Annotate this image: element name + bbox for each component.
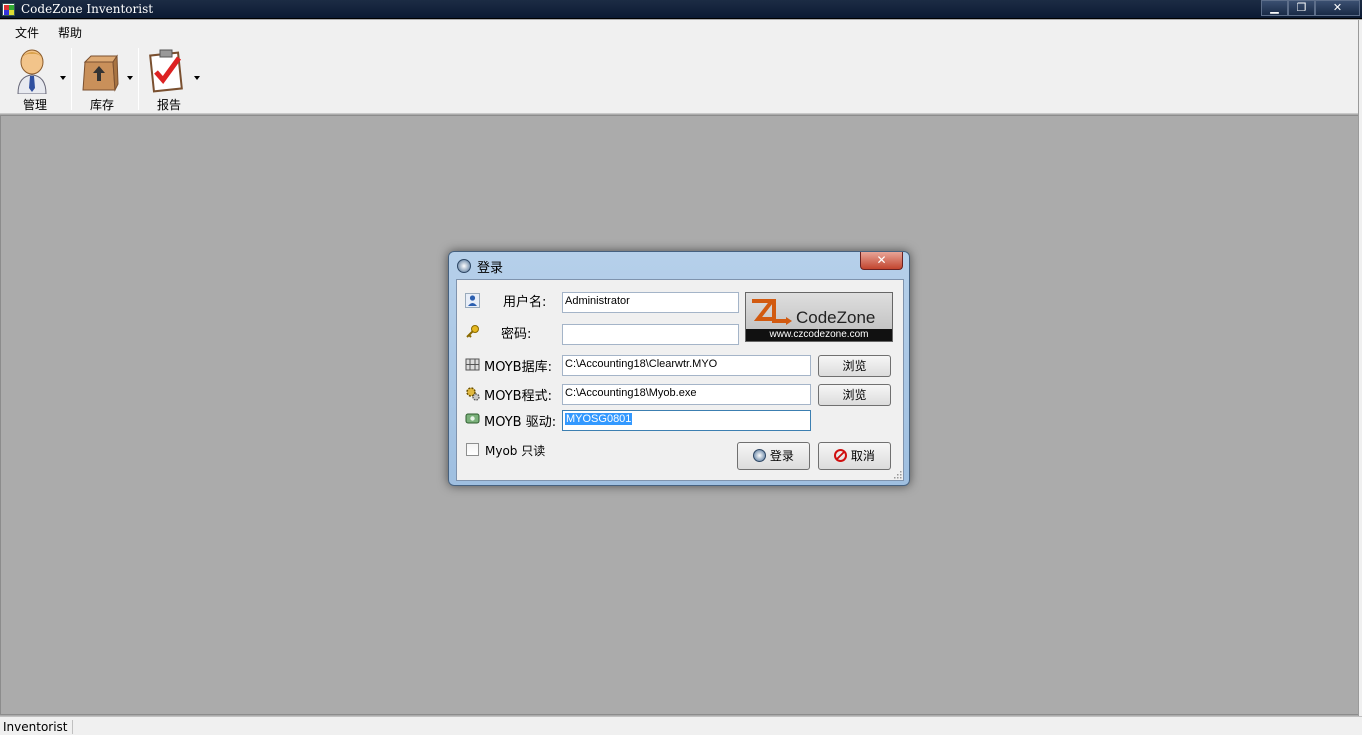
dialog-title: 登录	[477, 261, 504, 276]
moyb-driver-label: MOYB 驱动:	[484, 415, 557, 430]
toolbar-report-button[interactable]: 报告	[136, 46, 202, 112]
moyb-db-input[interactable]: C:\Accounting18\Clearwtr.MYO	[562, 355, 811, 376]
dialog-body: 用户名: Administrator 密码: CodeZone www.czco…	[456, 279, 904, 481]
toolbar-inventory-button[interactable]: 库存	[69, 46, 135, 112]
browse-db-button[interactable]: 浏览	[818, 355, 891, 377]
status-bar: Inventorist	[0, 716, 1362, 735]
login-button[interactable]: 登录	[737, 442, 810, 470]
user-icon	[465, 293, 480, 308]
dialog-close-button[interactable]: ✕	[860, 252, 903, 270]
cancel-button-label: 取消	[850, 449, 875, 463]
moyb-db-label: MOYB据库:	[484, 360, 552, 375]
logo-text: CodeZone	[796, 308, 876, 327]
toolbar-manage-label: 管理	[22, 98, 47, 112]
moyb-exe-label: MOYB程式:	[484, 389, 552, 404]
driver-icon	[465, 413, 480, 424]
toolbar-inventory-label: 库存	[89, 98, 114, 112]
moyb-driver-input[interactable]: MYOSG0801	[562, 410, 811, 431]
restore-button[interactable]: ❐	[1288, 0, 1315, 16]
moyb-exe-input[interactable]: C:\Accounting18\Myob.exe	[562, 384, 811, 405]
password-input[interactable]	[562, 324, 739, 345]
chevron-down-icon[interactable]	[60, 76, 66, 80]
codezone-logo-mark-icon	[752, 299, 792, 325]
browse-exe-button[interactable]: 浏览	[818, 384, 891, 406]
menu-bar: 文件 帮助	[0, 20, 1362, 43]
toolbar-report-label: 报告	[156, 98, 181, 112]
key-icon	[466, 325, 479, 338]
window-border	[1358, 20, 1362, 717]
readonly-label: Myob 只读	[485, 444, 546, 458]
window-title: CodeZone Inventorist	[21, 2, 154, 16]
username-label: 用户名:	[503, 295, 547, 310]
close-button[interactable]: ✕	[1315, 0, 1360, 16]
cancel-button[interactable]: 取消	[818, 442, 891, 470]
login-icon	[753, 449, 767, 462]
clipboard-check-icon	[149, 49, 183, 93]
title-bar[interactable]: CodeZone Inventorist ▁ ❐ ✕	[0, 0, 1362, 19]
chevron-down-icon[interactable]	[194, 76, 200, 80]
app-icon[interactable]	[2, 3, 15, 16]
readonly-checkbox[interactable]	[466, 443, 479, 456]
login-dialog: 登录 ✕ 用户名: Administrator 密码: CodeZone www…	[448, 251, 910, 486]
toolbar-manage-button[interactable]: 管理	[2, 46, 68, 112]
database-icon	[465, 358, 480, 371]
username-input[interactable]: Administrator	[562, 292, 739, 313]
password-label: 密码:	[501, 327, 532, 342]
user-icon	[17, 49, 47, 94]
toolbar: 管理 库存 报告	[0, 43, 1358, 114]
codezone-logo: CodeZone www.czcodezone.com	[745, 292, 893, 342]
menu-file[interactable]: 文件	[15, 24, 39, 41]
chevron-down-icon[interactable]	[127, 76, 133, 80]
status-text: Inventorist	[3, 720, 73, 734]
login-icon	[457, 259, 471, 273]
resize-grip-icon[interactable]	[893, 470, 902, 479]
menu-help[interactable]: 帮助	[58, 24, 82, 41]
logo-url: www.czcodezone.com	[746, 329, 892, 341]
box-icon	[82, 54, 119, 92]
login-button-label: 登录	[769, 449, 794, 463]
minimize-button[interactable]: ▁	[1261, 0, 1288, 16]
moyb-driver-selection: MYOSG0801	[565, 413, 633, 425]
cancel-icon	[834, 449, 848, 462]
gears-icon	[466, 387, 480, 401]
